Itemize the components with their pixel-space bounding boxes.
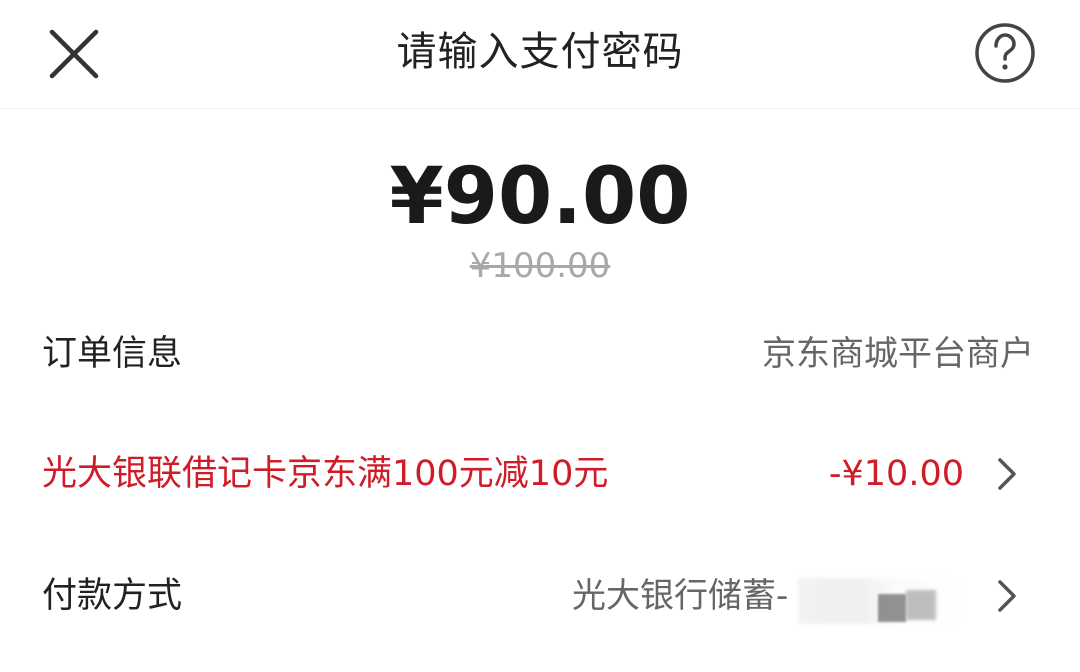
header: 请输入支付密码 [0,0,1080,109]
chevron-right-icon[interactable] [994,456,1020,492]
payment-password-sheet: 请输入支付密码 ¥90.00 ¥100.00 订单信息 京东商城平台商户 光大银… [0,0,1080,672]
page-title: 请输入支付密码 [396,29,684,75]
order-info-label: 订单信息 [42,334,183,374]
original-amount: ¥100.00 [469,246,611,286]
chevron-right-icon[interactable] [994,578,1020,614]
help-button[interactable] [974,22,1036,84]
promotion-label: 光大银联借记卡京东满100元减10元 [42,454,609,494]
merchant-name: 京东商城平台商户 [762,334,1034,374]
payment-amount: ¥90.00 [389,152,691,242]
promotion-discount: -¥10.00 [828,454,964,494]
question-circle-icon [975,23,1035,83]
payment-method-label: 付款方式 [42,576,183,616]
promotion-row[interactable]: 光大银联借记卡京东满100元减10元 -¥10.00 [0,434,1080,514]
order-info-row: 订单信息 京东商城平台商户 [0,314,1080,394]
payment-method-value: 光大银行储蓄- [572,576,789,616]
redacted-pixel-block [878,594,906,622]
redacted-pixel-block [906,590,936,620]
